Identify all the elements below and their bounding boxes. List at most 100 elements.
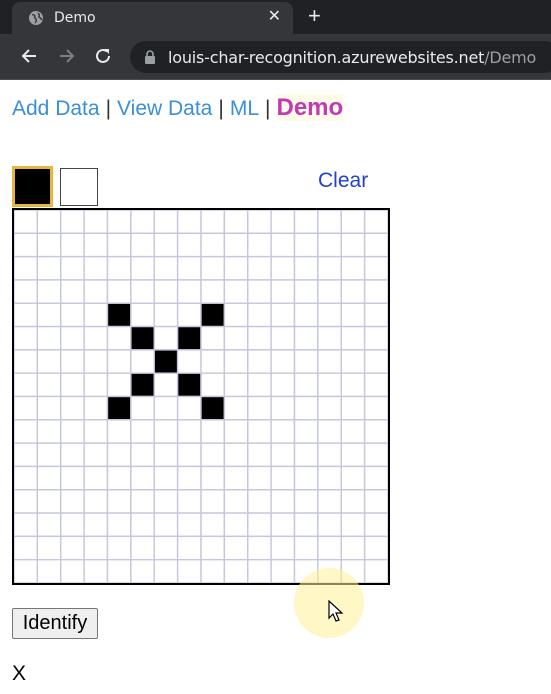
grid-cell[interactable] <box>60 465 85 491</box>
grid-cell[interactable] <box>60 558 85 583</box>
grid-cell[interactable] <box>317 395 342 421</box>
grid-cell[interactable] <box>200 512 226 538</box>
grid-cell[interactable] <box>36 279 62 304</box>
grid-cell[interactable] <box>14 279 39 304</box>
grid-cell[interactable] <box>106 255 132 281</box>
grid-cell[interactable] <box>270 279 296 304</box>
grid-cell[interactable] <box>60 325 85 351</box>
grid-cell[interactable] <box>270 325 296 351</box>
grid-cell[interactable] <box>83 325 109 351</box>
grid-cell[interactable] <box>200 279 226 304</box>
grid-cell[interactable] <box>176 419 202 444</box>
reload-icon[interactable] <box>92 45 114 67</box>
grid-cell[interactable] <box>130 302 155 328</box>
grid-cell[interactable] <box>293 210 319 235</box>
grid-cell[interactable] <box>363 465 388 491</box>
grid-cell[interactable] <box>270 349 296 374</box>
grid-cell[interactable] <box>363 325 388 351</box>
grid-cell[interactable] <box>363 210 388 235</box>
grid-cell[interactable] <box>223 442 249 468</box>
grid-cell[interactable] <box>247 512 272 538</box>
grid-cell[interactable] <box>317 325 342 351</box>
grid-cell[interactable] <box>200 535 226 561</box>
grid-cell[interactable] <box>270 395 296 421</box>
grid-cell[interactable] <box>293 535 319 561</box>
grid-cell[interactable] <box>176 349 202 374</box>
grid-cell[interactable] <box>153 442 179 468</box>
grid-cell[interactable] <box>363 302 388 328</box>
grid-cell[interactable] <box>363 558 388 583</box>
grid-cell[interactable] <box>270 255 296 281</box>
grid-cell[interactable] <box>363 442 388 468</box>
grid-cell[interactable] <box>317 535 342 561</box>
grid-cell[interactable] <box>363 395 388 421</box>
grid-cell[interactable] <box>200 325 226 351</box>
grid-cell[interactable] <box>14 465 39 491</box>
grid-cell[interactable] <box>60 232 85 258</box>
grid-cell[interactable] <box>176 255 202 281</box>
grid-cell[interactable] <box>317 279 342 304</box>
new-tab-button[interactable]: + <box>308 4 321 28</box>
grid-cell[interactable] <box>247 232 272 258</box>
grid-cell[interactable] <box>153 535 179 561</box>
grid-cell[interactable] <box>340 349 366 374</box>
grid-cell[interactable] <box>247 419 272 444</box>
grid-cell[interactable] <box>60 442 85 468</box>
grid-cell[interactable] <box>270 232 296 258</box>
grid-cell[interactable] <box>106 489 132 514</box>
grid-cell[interactable] <box>83 419 109 444</box>
grid-cell[interactable] <box>317 210 342 235</box>
grid-cell[interactable] <box>247 279 272 304</box>
grid-cell[interactable] <box>340 302 366 328</box>
grid-cell[interactable] <box>270 302 296 328</box>
grid-cell[interactable] <box>106 232 132 258</box>
grid-cell[interactable] <box>270 535 296 561</box>
grid-cell[interactable] <box>223 349 249 374</box>
grid-cell[interactable] <box>176 302 202 328</box>
nav-link-add-data[interactable]: Add Data <box>12 97 100 120</box>
grid-cell[interactable] <box>60 535 85 561</box>
grid-cell[interactable] <box>340 512 366 538</box>
grid-cell-filled[interactable] <box>200 302 226 328</box>
grid-cell[interactable] <box>293 255 319 281</box>
grid-cell[interactable] <box>130 349 155 374</box>
grid-cell-filled[interactable] <box>176 325 202 351</box>
grid-cell[interactable] <box>130 419 155 444</box>
grid-cell[interactable] <box>36 302 62 328</box>
grid-cell[interactable] <box>270 419 296 444</box>
grid-cell[interactable] <box>36 255 62 281</box>
grid-cell[interactable] <box>83 372 109 398</box>
grid-cell-filled[interactable] <box>130 325 155 351</box>
nav-link-view-data[interactable]: View Data <box>117 97 212 120</box>
grid-cell[interactable] <box>14 302 39 328</box>
grid-cell[interactable] <box>340 279 366 304</box>
grid-cell[interactable] <box>223 512 249 538</box>
grid-cell[interactable] <box>14 372 39 398</box>
grid-cell[interactable] <box>130 512 155 538</box>
grid-cell[interactable] <box>176 232 202 258</box>
grid-cell[interactable] <box>340 325 366 351</box>
grid-cell[interactable] <box>247 302 272 328</box>
grid-cell[interactable] <box>200 489 226 514</box>
grid-cell[interactable] <box>340 442 366 468</box>
grid-cell[interactable] <box>176 442 202 468</box>
grid-cell[interactable] <box>293 302 319 328</box>
grid-cell[interactable] <box>130 255 155 281</box>
grid-cell[interactable] <box>83 535 109 561</box>
grid-cell[interactable] <box>14 255 39 281</box>
grid-cell[interactable] <box>340 232 366 258</box>
grid-cell[interactable] <box>106 512 132 538</box>
grid-cell[interactable] <box>247 349 272 374</box>
grid-cell[interactable] <box>106 372 132 398</box>
grid-cell[interactable] <box>176 489 202 514</box>
clear-button[interactable]: Clear <box>318 169 368 193</box>
grid-cell[interactable] <box>83 489 109 514</box>
grid-cell[interactable] <box>223 489 249 514</box>
grid-cell[interactable] <box>317 465 342 491</box>
grid-cell[interactable] <box>270 210 296 235</box>
grid-cell[interactable] <box>293 419 319 444</box>
grid-cell[interactable] <box>223 210 249 235</box>
grid-cell[interactable] <box>14 325 39 351</box>
grid-cell[interactable] <box>153 395 179 421</box>
grid-cell[interactable] <box>293 465 319 491</box>
